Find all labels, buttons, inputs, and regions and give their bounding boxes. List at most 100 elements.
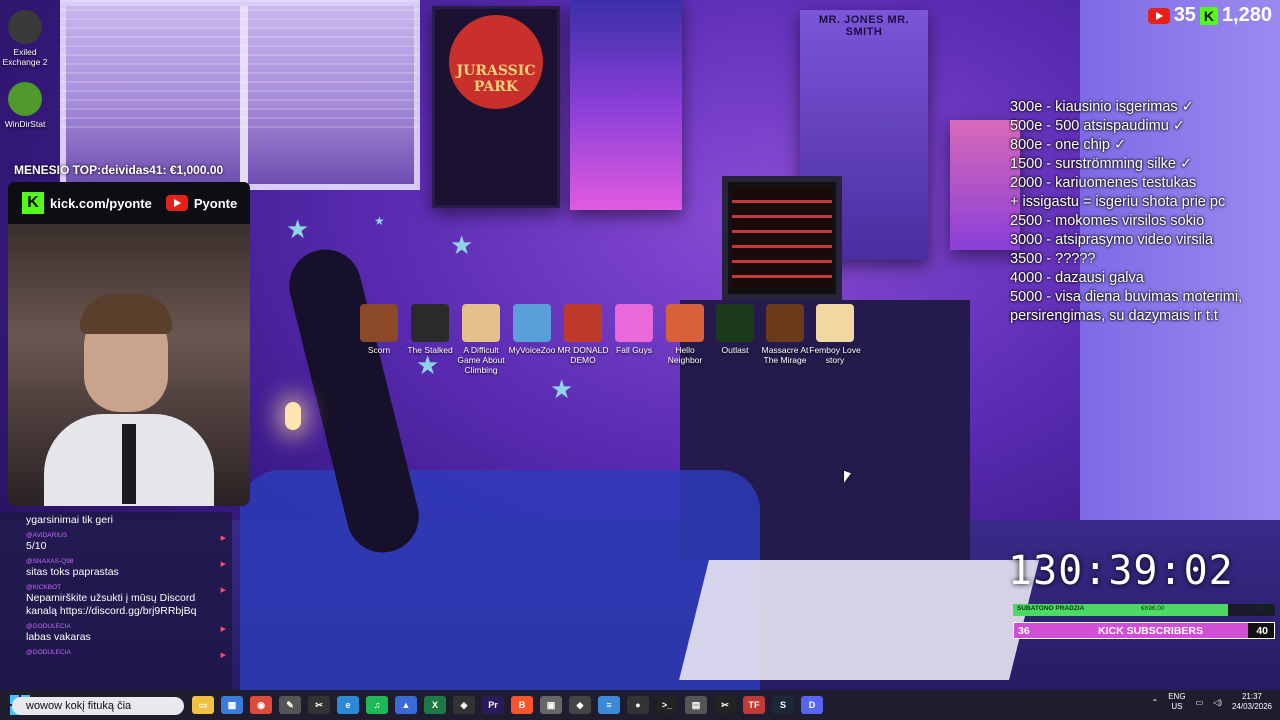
batman-poster xyxy=(570,0,682,210)
photos-icon[interactable]: ▲ xyxy=(395,696,417,714)
game-icon xyxy=(513,304,551,342)
desktop-icon-game[interactable]: MyVoiceZoo xyxy=(505,304,559,355)
game-icon xyxy=(666,304,704,342)
obs-icon[interactable]: ● xyxy=(627,696,649,714)
desktop-icon-game[interactable]: Outlast xyxy=(708,304,762,355)
chat-platform-icon: ▶ xyxy=(220,587,226,594)
webcam-header: K kick.com/pyonte Pyonte xyxy=(8,182,250,224)
desktop-icon-game[interactable]: Massacre At The Mirage xyxy=(758,304,812,365)
game-icon xyxy=(360,304,398,342)
tf-icon[interactable]: TF xyxy=(743,696,765,714)
desktop-icon-exiled-exchange[interactable]: Exiled Exchange 2 xyxy=(2,10,48,67)
clock[interactable]: 21:37 24/03/2026 xyxy=(1232,692,1272,712)
chat-platform-icon: ▶ xyxy=(220,535,226,542)
file-explorer-icon[interactable]: ▭ xyxy=(192,696,214,714)
goal-item: + issigastu = isgeriu shota prie pc xyxy=(1010,194,1226,210)
clock-time: 21:37 xyxy=(1241,692,1262,701)
desktop-icon-label: Femboy Love story xyxy=(809,345,861,365)
desktop-icon-game[interactable]: Hello Neighbor xyxy=(658,304,712,365)
brave-icon[interactable]: B xyxy=(511,696,533,714)
star-decal: ★ xyxy=(374,214,385,228)
store-icon[interactable]: ▦ xyxy=(221,696,243,714)
desktop-icon-label: Fall Guys xyxy=(616,345,652,355)
capcut-icon-2[interactable]: ✂ xyxy=(714,696,736,714)
language-indicator[interactable]: ENG US xyxy=(1168,692,1185,712)
excel-icon[interactable]: X xyxy=(424,696,446,714)
desktop-icon-game[interactable]: A Difficult Game About Climbing xyxy=(454,304,508,375)
chat-message: @GODULECIA ▶ labas vakaras xyxy=(0,621,232,647)
premiere-icon[interactable]: Pr xyxy=(482,696,504,714)
chat-username: @GODULECIA xyxy=(26,623,71,630)
desktop-icon-game[interactable]: Scorn xyxy=(352,304,406,355)
edge-icon[interactable]: e xyxy=(337,696,359,714)
youtube-icon xyxy=(1147,7,1170,24)
network-icon[interactable]: ▭ xyxy=(1196,698,1204,707)
top-donor-text: MENESIO TOP:deividas41: €1,000.00 xyxy=(14,163,224,177)
chat-platform-icon: ▶ xyxy=(220,626,226,633)
youtube-channel-name: Pyonte xyxy=(193,195,238,211)
chat-username: @KICKBOT xyxy=(26,584,62,591)
subathon-goal-bar: SUBATONO PRADZIA €696.00 €900 xyxy=(1013,604,1275,616)
desktop-icon-game[interactable]: MR DONALD DEMO xyxy=(556,304,610,365)
app-icon-1[interactable]: ▣ xyxy=(540,696,562,714)
desktop-icon-game[interactable]: Fall Guys xyxy=(607,304,661,355)
goal-item: 5000 - visa diena buvimas moterimi, xyxy=(1010,289,1243,305)
taskbar-search-input[interactable]: wowow kokį fituką čia xyxy=(12,697,184,715)
goal-item: 1500 - surströmming silke ✓ xyxy=(1010,156,1193,172)
kick-count: 1,280 xyxy=(1221,4,1272,26)
kick-channel-url: kick.com/pyonte xyxy=(50,195,152,211)
app-icon-3[interactable]: ▤ xyxy=(685,696,707,714)
notepad-icon[interactable]: ✎ xyxy=(279,696,301,714)
game-icon xyxy=(716,304,754,342)
desktop-icon-label: Outlast xyxy=(721,345,749,355)
spotify-icon[interactable]: ♫ xyxy=(366,696,388,714)
desktop-icon-game[interactable]: Femboy Love story xyxy=(808,304,862,365)
game-icon xyxy=(615,304,653,342)
davinci-icon[interactable]: ◈ xyxy=(453,696,475,714)
chat-text: labas vakaras xyxy=(26,631,91,643)
youtube-count: 35 xyxy=(1173,4,1196,26)
terminal-icon[interactable]: >_ xyxy=(656,696,678,714)
capcut-icon[interactable]: ✂ xyxy=(308,696,330,714)
chat-message: @AVIDARIUS ▶ 5/10 xyxy=(0,530,232,556)
volume-icon[interactable]: ◁) xyxy=(1213,698,1222,707)
steam-icon[interactable]: S xyxy=(772,696,794,714)
tray-chevron-icon[interactable]: ⌃ xyxy=(1152,698,1159,707)
goal-item: 300e - kiausinio isgerimas ✓ xyxy=(1010,99,1194,115)
desktop-icon-label: Scorn xyxy=(367,345,391,355)
goal-item: 3500 - ????? xyxy=(1010,251,1096,267)
discord-icon[interactable]: D xyxy=(801,696,823,714)
webcam-feed xyxy=(8,224,250,506)
app-icon-2[interactable]: ◆ xyxy=(569,696,591,714)
chat-username: @AVIDARIUS xyxy=(26,532,68,539)
star-decal: ★ xyxy=(286,214,310,244)
desktop-icon-label: Exiled Exchange 2 xyxy=(2,47,48,67)
youtube-logo-icon xyxy=(165,195,188,211)
subathon-timer: 130:39:02 xyxy=(1008,548,1234,594)
star-decal: ★ xyxy=(550,374,574,404)
window-blinds xyxy=(60,0,420,130)
desktop-icon-windirstat[interactable]: WinDirStat xyxy=(2,82,48,129)
game-icon xyxy=(564,304,602,342)
desktop-icon-label: The Stalked xyxy=(407,345,453,355)
chat-text: sitas toks paprastas xyxy=(26,566,119,578)
follower-counter: 35 K 1,280 xyxy=(1147,4,1272,27)
taskbar-pinned-apps: ▭ ▦ ◉ ✎ ✂ e ♫ ▲ X ◈ Pr B ▣ ◆ ≡ ● >_ ▤ ✂ TF S D xyxy=(192,696,823,714)
clock-date: 24/03/2026 xyxy=(1231,702,1272,711)
desktop-icon-label: MyVoiceZoo xyxy=(508,345,556,355)
chat-platform-icon: ▶ xyxy=(220,652,226,659)
chat-message: @KICKBOT ▶ Nepamirškite užsukti į mūsų Dis… xyxy=(0,582,232,621)
notes-icon[interactable]: ≡ xyxy=(598,696,620,714)
desktop-icon-game[interactable]: The Stalked xyxy=(403,304,457,355)
goal-item: 3000 - atsiprasymo video virsila xyxy=(1010,232,1214,248)
donation-goals-list: 300e - kiausinio isgerimas ✓ 500e - 500 a… xyxy=(1010,98,1278,326)
desktop-icon-label: A Difficult Game About Climbing xyxy=(457,345,505,375)
kick-goal-current: 36 xyxy=(1018,625,1030,637)
chat-message: @GODULECIA ▶ xyxy=(0,647,232,660)
chat-text: Nepamirškite užsukti į mūsų Discord kana… xyxy=(26,592,197,617)
chrome-icon[interactable]: ◉ xyxy=(250,696,272,714)
chat-username: @GODULECIA xyxy=(26,649,71,656)
windirstat-icon xyxy=(8,82,42,116)
goal-item: 800e - one chip ✓ xyxy=(1010,137,1127,153)
desktop-icon-label: Hello Neighbor xyxy=(667,345,703,365)
